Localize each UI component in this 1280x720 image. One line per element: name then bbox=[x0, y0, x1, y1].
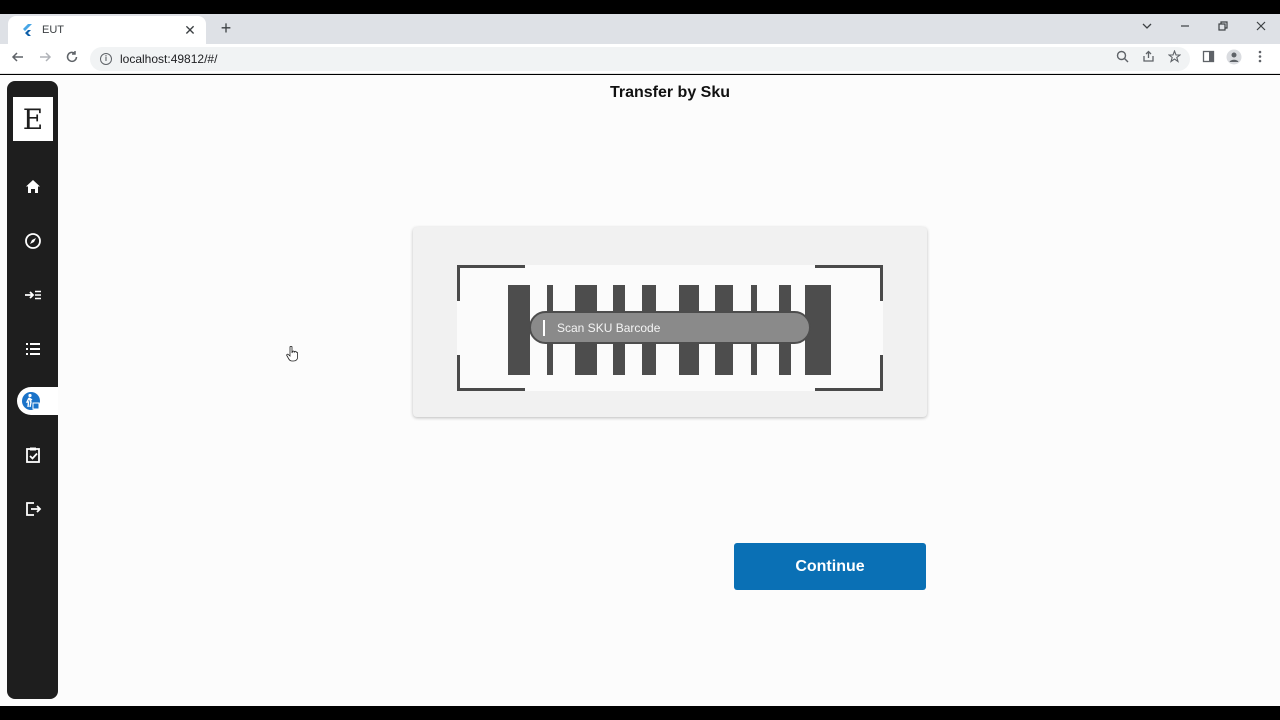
flutter-favicon-icon bbox=[20, 23, 34, 37]
profile-avatar-icon[interactable] bbox=[1224, 49, 1244, 69]
url-text: localhost:49812/#/ bbox=[120, 52, 218, 66]
hand-cursor-icon bbox=[286, 346, 298, 362]
tab-search-icon[interactable] bbox=[1128, 14, 1166, 42]
app-root: E Transfer by Sku Scan SKU Barcode Conti… bbox=[0, 75, 1280, 706]
sidebar-item-tasks[interactable] bbox=[7, 441, 58, 469]
restore-icon[interactable] bbox=[1204, 14, 1242, 42]
new-tab-button[interactable]: + bbox=[216, 18, 236, 38]
browser-menu-icon[interactable] bbox=[1250, 49, 1270, 69]
sidebar-item-logout[interactable] bbox=[7, 495, 58, 523]
logout-icon bbox=[25, 502, 41, 516]
clipboard-check-icon bbox=[25, 447, 40, 463]
tab-close-icon[interactable]: ✕ bbox=[182, 22, 198, 39]
reload-icon[interactable] bbox=[62, 49, 82, 69]
side-panel-icon[interactable] bbox=[1198, 49, 1218, 69]
sidebar-item-explore[interactable] bbox=[7, 227, 58, 255]
tab-title: EUT bbox=[42, 24, 64, 36]
toolbar-actions bbox=[1112, 47, 1270, 71]
screen-bottom-border bbox=[0, 706, 1280, 720]
transfer-in-icon bbox=[24, 290, 41, 300]
browser-tabstrip: EUT ✕ + bbox=[0, 14, 1280, 44]
barcode-bar bbox=[508, 285, 530, 375]
sidebar: E bbox=[7, 81, 58, 699]
continue-button[interactable]: Continue bbox=[734, 543, 926, 590]
browser-tab[interactable]: EUT ✕ bbox=[8, 16, 206, 44]
person-transfer-icon bbox=[22, 392, 40, 410]
forward-icon[interactable] bbox=[35, 49, 55, 69]
zoom-icon[interactable] bbox=[1112, 49, 1132, 69]
window-controls bbox=[1128, 14, 1280, 44]
sidebar-item-transfer-by-sku[interactable] bbox=[17, 387, 58, 415]
compass-icon bbox=[24, 233, 41, 249]
app-logo: E bbox=[13, 97, 53, 141]
back-icon[interactable] bbox=[8, 49, 28, 69]
scan-sku-input[interactable]: Scan SKU Barcode bbox=[529, 311, 811, 344]
scan-card: Scan SKU Barcode bbox=[413, 227, 927, 417]
scan-sku-placeholder: Scan SKU Barcode bbox=[557, 320, 661, 335]
sidebar-item-home[interactable] bbox=[7, 173, 58, 201]
list-icon bbox=[25, 343, 40, 355]
barcode-scan-area: Scan SKU Barcode bbox=[457, 265, 883, 391]
bookmark-star-icon[interactable] bbox=[1164, 49, 1184, 69]
share-icon[interactable] bbox=[1138, 49, 1158, 69]
minimize-icon[interactable] bbox=[1166, 14, 1204, 42]
site-info-icon[interactable]: i bbox=[100, 53, 112, 65]
sidebar-item-transfer-in[interactable] bbox=[7, 281, 58, 309]
browser-toolbar: i localhost:49812/#/ bbox=[0, 44, 1280, 74]
screen-top-border bbox=[0, 0, 1280, 14]
sidebar-item-list[interactable] bbox=[7, 335, 58, 363]
text-caret bbox=[543, 319, 545, 336]
page-title: Transfer by Sku bbox=[609, 84, 731, 101]
home-icon bbox=[25, 180, 40, 193]
close-window-icon[interactable] bbox=[1242, 14, 1280, 42]
address-bar[interactable]: i localhost:49812/#/ bbox=[90, 47, 1190, 71]
